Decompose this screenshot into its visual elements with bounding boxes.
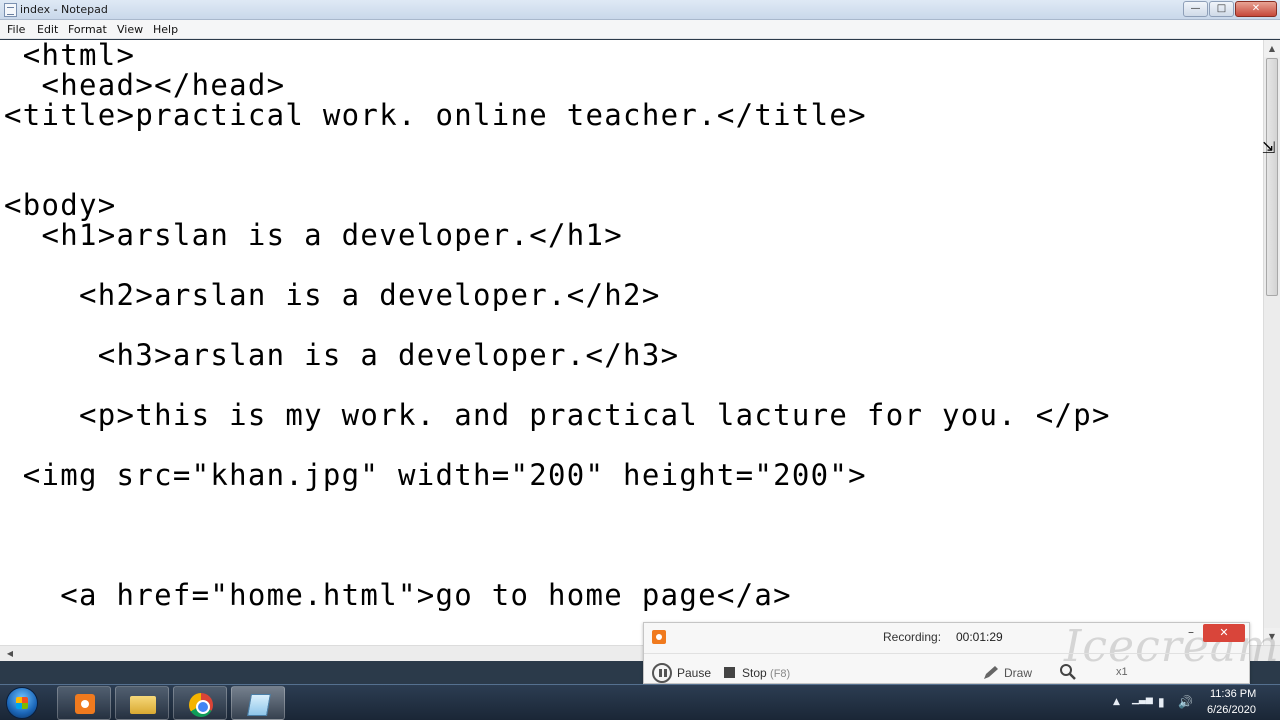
- notepad-icon: [247, 694, 271, 716]
- stop-button-label[interactable]: Stop (F8): [742, 666, 790, 680]
- taskbar: ▲ ▁▃▅ ▮ 🔊 11:36 PM 6/26/2020: [0, 684, 1280, 720]
- screen-recorder-panel: Icecream Recording: 00:01:29 – ✕ Pause S…: [643, 621, 1279, 684]
- menu-help[interactable]: Help: [153, 23, 178, 36]
- zoom-level-label: x1: [1116, 666, 1128, 678]
- recorder-logo-icon: [652, 630, 666, 644]
- code-line: <h1>arslan is a developer.</h1>: [4, 218, 624, 252]
- menu-bar: File Edit Format View Help: [0, 20, 1280, 39]
- code-line: <a href="home.html">go to home page</a>: [4, 578, 792, 612]
- stop-label-text: Stop: [742, 666, 767, 680]
- recorder-minimize-button[interactable]: –: [1180, 625, 1202, 643]
- taskbar-recorder-button[interactable]: [57, 686, 111, 720]
- text-editor-area[interactable]: <html> <head></head> <title>practical wo…: [0, 40, 1263, 645]
- menu-edit[interactable]: Edit: [37, 23, 58, 36]
- window-title: index - Notepad: [20, 3, 108, 16]
- code-line: <head></head>: [4, 68, 286, 102]
- network-signal-icon[interactable]: ▁▃▅: [1132, 695, 1153, 705]
- notepad-app-icon: [4, 3, 17, 17]
- recorder-divider: [644, 653, 1249, 654]
- maximize-button[interactable]: □: [1209, 1, 1234, 17]
- close-button[interactable]: ✕: [1235, 1, 1277, 17]
- tray-expand-icon[interactable]: ▲: [1113, 697, 1120, 707]
- code-line: <body>: [4, 188, 117, 222]
- menu-view[interactable]: View: [117, 23, 143, 36]
- scroll-up-arrow-icon[interactable]: ▲: [1264, 40, 1280, 57]
- zoom-icon[interactable]: [1059, 663, 1077, 681]
- battery-icon[interactable]: ▮: [1158, 695, 1165, 709]
- code-line: <title>practical work. online teacher.</…: [4, 98, 867, 132]
- stop-shortcut: (F8): [770, 668, 791, 680]
- vertical-scrollbar[interactable]: ▲ ▼: [1263, 40, 1280, 645]
- clock-time[interactable]: 11:36 PM: [1210, 688, 1256, 700]
- pencil-icon[interactable]: [982, 665, 1000, 681]
- stop-icon[interactable]: [724, 667, 735, 678]
- chrome-icon: [189, 693, 213, 717]
- pause-icon[interactable]: [652, 663, 672, 683]
- code-line: <p>this is my work. and practical lactur…: [4, 398, 1111, 432]
- taskbar-explorer-button[interactable]: [115, 686, 169, 720]
- window-title-bar[interactable]: index - Notepad — □ ✕: [0, 0, 1280, 20]
- start-button[interactable]: [6, 687, 38, 719]
- pause-button-label[interactable]: Pause: [677, 666, 711, 680]
- scroll-left-arrow-icon[interactable]: ◀: [2, 646, 18, 662]
- volume-icon[interactable]: 🔊: [1178, 695, 1193, 709]
- resize-cursor-icon: ⇲: [1262, 138, 1276, 157]
- recorder-watermark: Icecream: [1064, 621, 1280, 672]
- minimize-button[interactable]: —: [1183, 1, 1208, 17]
- vertical-scroll-thumb[interactable]: [1266, 58, 1278, 296]
- clock-date[interactable]: 6/26/2020: [1207, 704, 1256, 716]
- taskbar-notepad-button[interactable]: [231, 686, 285, 720]
- menu-format[interactable]: Format: [68, 23, 107, 36]
- code-line: <h2>arslan is a developer.</h2>: [4, 278, 661, 312]
- recorder-icon: [75, 694, 95, 714]
- code-line: <html>: [4, 40, 136, 72]
- draw-button-label[interactable]: Draw: [1004, 666, 1032, 680]
- taskbar-chrome-button[interactable]: [173, 686, 227, 720]
- menu-file[interactable]: File: [7, 23, 25, 36]
- recording-status-label: Recording:: [883, 630, 942, 644]
- recorder-close-button[interactable]: ✕: [1203, 624, 1245, 642]
- code-line: <img src="khan.jpg" width="200" height="…: [4, 458, 867, 492]
- recording-elapsed-time: 00:01:29: [956, 630, 1003, 644]
- code-line: <h3>arslan is a developer.</h3>: [4, 338, 680, 372]
- folder-icon: [130, 696, 156, 714]
